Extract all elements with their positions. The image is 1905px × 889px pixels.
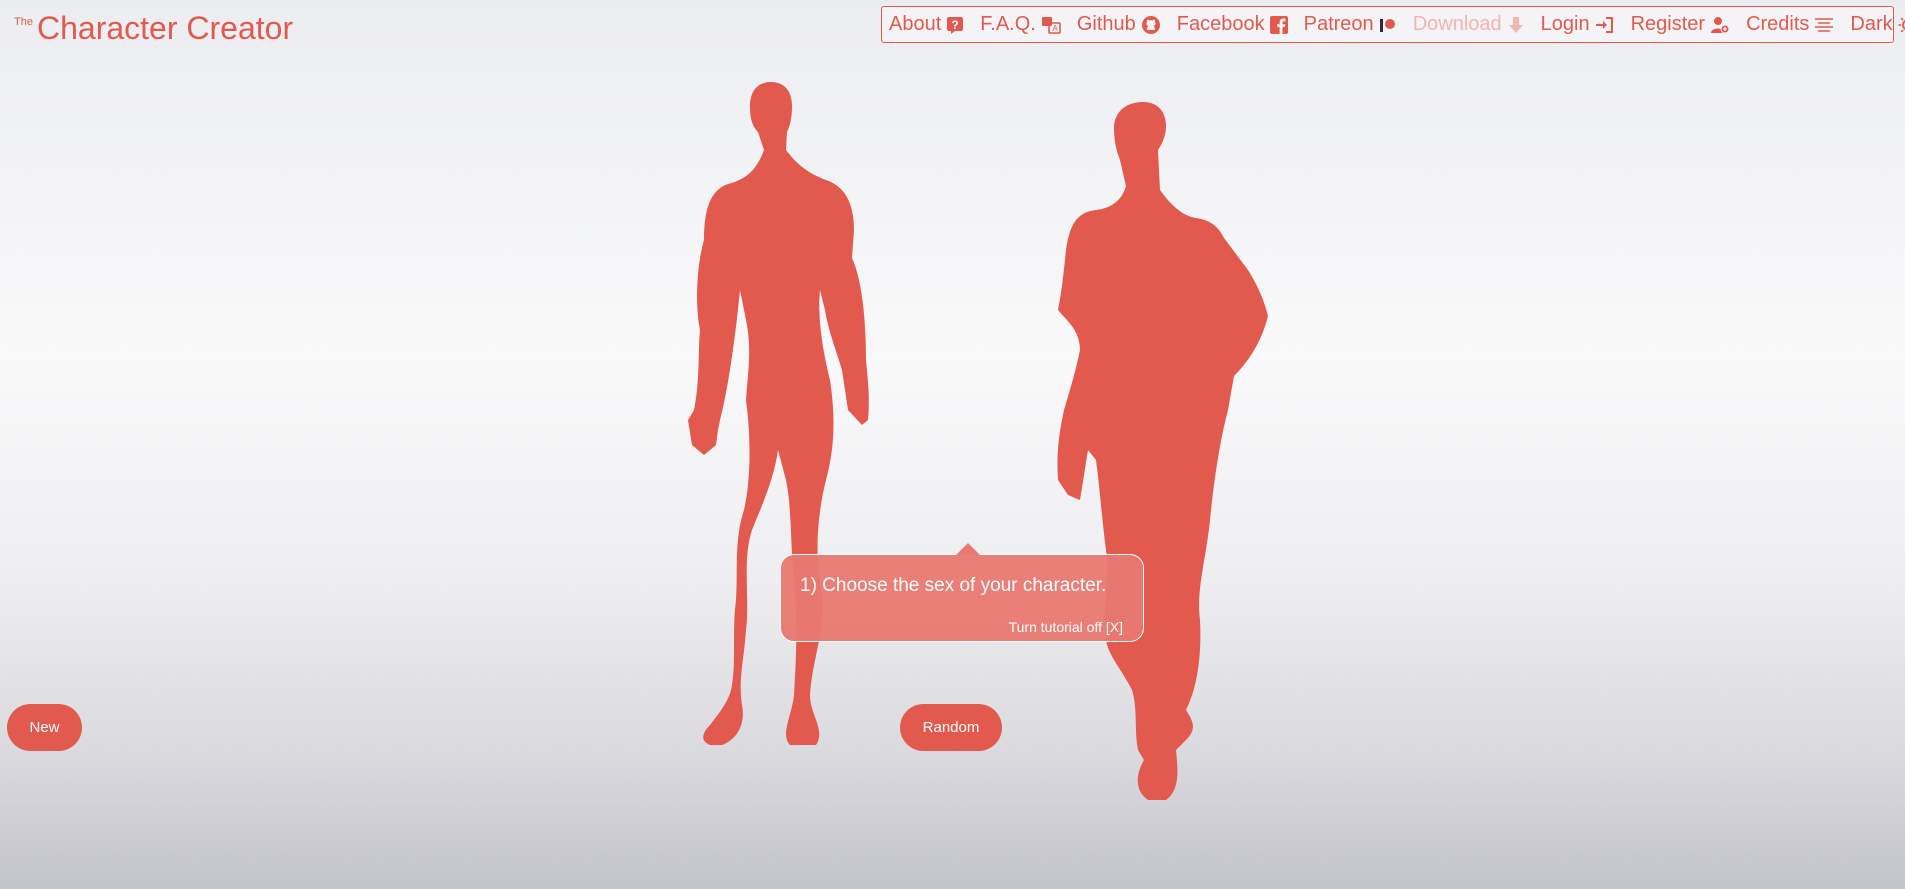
random-button[interactable]: Random bbox=[900, 704, 1002, 751]
menu-login-label: Login bbox=[1540, 13, 1590, 35]
menu-facebook-label: Facebook bbox=[1176, 13, 1265, 35]
credits-lines-icon bbox=[1815, 17, 1834, 32]
menu-github[interactable]: Github bbox=[1077, 13, 1161, 36]
logo[interactable]: The Character Creator bbox=[14, 12, 293, 44]
question-icon: ? bbox=[947, 16, 964, 34]
turn-tutorial-off-link[interactable]: Turn tutorial off [X] bbox=[1009, 619, 1123, 635]
menu-dark[interactable]: Dark bbox=[1850, 13, 1905, 36]
menu-credits-label: Credits bbox=[1746, 13, 1810, 35]
menu-credits[interactable]: Credits bbox=[1746, 13, 1834, 36]
menu-patreon[interactable]: Patreon bbox=[1304, 13, 1397, 36]
menu-download[interactable]: Download bbox=[1413, 13, 1525, 36]
menu-login[interactable]: Login bbox=[1541, 13, 1615, 36]
logo-title: Character Creator bbox=[37, 10, 294, 46]
menu-faq[interactable]: F.A.Q. A bbox=[980, 13, 1061, 36]
menu-register[interactable]: Register bbox=[1631, 13, 1730, 36]
faq-icon: A bbox=[1041, 16, 1061, 34]
new-button[interactable]: New bbox=[7, 704, 82, 751]
menu-download-label: Download bbox=[1412, 13, 1502, 35]
menu-about[interactable]: About ? bbox=[889, 13, 964, 36]
login-icon bbox=[1595, 16, 1613, 33]
top-menu: About ? F.A.Q. A Github Facebook Patreon bbox=[881, 6, 1905, 43]
menu-about-label: About bbox=[889, 13, 942, 35]
tooltip-arrow bbox=[956, 543, 980, 555]
sun-icon bbox=[1898, 17, 1905, 32]
register-user-icon bbox=[1711, 16, 1730, 33]
github-icon bbox=[1141, 15, 1160, 34]
menu-facebook[interactable]: Facebook bbox=[1177, 13, 1288, 36]
tutorial-tooltip: 1) Choose the sex of your character. Tur… bbox=[780, 543, 1144, 642]
menu-github-label: Github bbox=[1076, 13, 1136, 35]
menu-dark-label: Dark bbox=[1850, 13, 1893, 35]
download-arrow-icon bbox=[1508, 16, 1523, 33]
male-silhouette[interactable] bbox=[640, 80, 900, 810]
svg-text:A: A bbox=[1052, 24, 1058, 33]
tutorial-message: 1) Choose the sex of your character. bbox=[800, 575, 1107, 596]
menu-register-label: Register bbox=[1630, 13, 1706, 35]
female-silhouette[interactable] bbox=[1010, 100, 1300, 830]
menu-faq-label: F.A.Q. bbox=[980, 13, 1036, 35]
patreon-icon bbox=[1379, 18, 1395, 32]
menu-patreon-label: Patreon bbox=[1303, 13, 1374, 35]
svg-text:?: ? bbox=[952, 18, 959, 32]
facebook-icon bbox=[1269, 15, 1288, 34]
logo-prefix: The bbox=[14, 16, 33, 28]
